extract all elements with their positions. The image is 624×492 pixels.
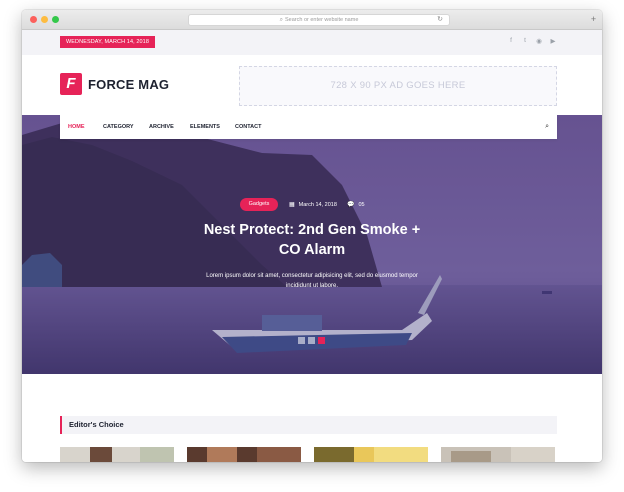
thumbnail-image [187,447,301,462]
social-links: f t ◉ ▶ [508,37,556,45]
browser-window: ⌕ Search or enter website name ↻ + WEDNES… [22,10,602,462]
youtube-icon[interactable]: ▶ [550,37,556,45]
slider-dot[interactable] [318,337,325,344]
article-thumbnail[interactable] [187,447,301,462]
site-header: F FORCE MAG 728 X 90 PX AD GOES HERE [22,55,602,115]
slider-dot[interactable] [298,337,305,344]
logo-icon[interactable]: F [60,73,82,95]
twitter-icon[interactable]: t [522,37,528,45]
date-badge: WEDNESDAY, MARCH 14, 2018 [60,36,155,48]
thumbnail-image [441,447,555,462]
minimize-window-button[interactable] [41,16,48,23]
facebook-icon[interactable]: f [508,37,514,45]
page-viewport: WEDNESDAY, MARCH 14, 2018 f t ◉ ▶ F FORC… [22,30,602,462]
slider-pagination [298,337,325,344]
section-title: Editor's Choice [69,420,124,429]
thumbnail-image [314,447,428,462]
editors-choice-header: Editor's Choice [60,416,557,434]
browser-titlebar: ⌕ Search or enter website name ↻ + [22,10,602,30]
slider-dot[interactable] [308,337,315,344]
post-date-text: March 14, 2018 [298,202,337,208]
address-placeholder: Search or enter website name [285,17,359,23]
hero-content: Gadgets ▦ March 14, 2018 💬 05 Nest Protect… [22,115,602,374]
hero-slider: HOME CATEGORY ARCHIVE ELEMENTS CONTACT ⌕… [22,115,602,374]
post-date: ▦ March 14, 2018 [289,201,337,208]
comment-count-text: 05 [358,202,365,208]
comment-count[interactable]: 💬 05 [347,201,365,208]
top-bar: WEDNESDAY, MARCH 14, 2018 f t ◉ ▶ [22,30,602,55]
search-icon: ⌕ [279,17,283,23]
hero-title[interactable]: Nest Protect: 2nd Gen Smoke + CO Alarm [192,220,432,260]
site-logo-text[interactable]: FORCE MAG [88,77,169,92]
article-thumbnail[interactable] [60,447,174,462]
ad-banner[interactable]: 728 X 90 PX AD GOES HERE [239,66,557,106]
address-bar[interactable]: ⌕ Search or enter website name ↻ [188,14,450,26]
reload-icon[interactable]: ↻ [437,15,443,25]
comment-icon: 💬 [347,202,355,208]
new-tab-button[interactable]: + [589,15,598,24]
hero-excerpt: Lorem ipsum dolor sit amet, consectetur … [206,273,418,289]
category-tag[interactable]: Gadgets [240,198,278,211]
article-thumbnail[interactable] [314,447,428,462]
thumbnail-image [60,447,174,462]
close-window-button[interactable] [30,16,37,23]
calendar-icon: ▦ [289,202,295,208]
maximize-window-button[interactable] [52,16,59,23]
article-thumbnail[interactable] [441,447,555,462]
pinterest-icon[interactable]: ◉ [536,37,542,45]
